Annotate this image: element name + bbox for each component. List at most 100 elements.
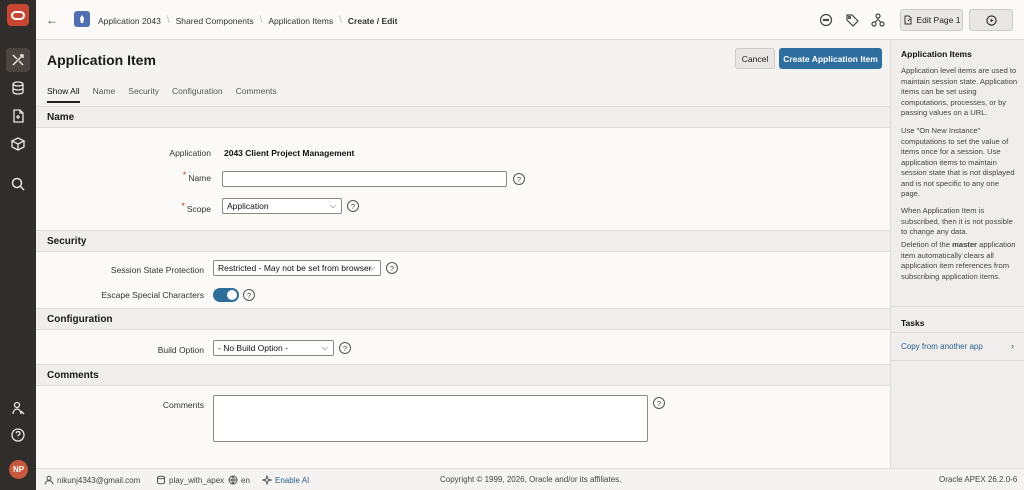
build-option-help-icon[interactable]: ? — [339, 342, 351, 354]
help-paragraph-1: Application level items are used to main… — [901, 66, 1018, 117]
help-p4-pre: Deletion of the — [901, 240, 953, 249]
help-paragraph-3: When Application Item is subscribed, the… — [901, 206, 1013, 236]
gallery-icon[interactable] — [6, 132, 30, 156]
help-icon[interactable] — [6, 423, 30, 447]
footer-version: Oracle APEX 26.2.0-6 — [939, 475, 1018, 484]
help-panel-title: Application Items — [901, 49, 972, 59]
scope-label: Scope — [186, 204, 211, 214]
section-comments: Comments ? — [36, 386, 890, 468]
section-configuration-heading: Configuration — [36, 308, 890, 330]
tab-security[interactable]: Security — [128, 86, 159, 103]
escape-special-characters-label: Escape Special Characters — [101, 290, 204, 300]
help-divider — [891, 306, 1024, 307]
copy-from-another-app-link[interactable]: Copy from another app — [901, 342, 983, 351]
create-application-item-button[interactable]: Create Application Item — [779, 48, 882, 69]
name-input[interactable] — [222, 171, 507, 187]
globe-icon — [228, 475, 238, 485]
tag-icon[interactable] — [844, 12, 860, 28]
section-name-heading: Name — [36, 106, 890, 128]
footer-workspace-name: play_with_apex — [169, 475, 225, 485]
section-security-heading: Security — [36, 230, 890, 252]
edit-page-label: Edit Page 1 — [916, 15, 961, 25]
run-icon — [985, 14, 997, 26]
avatar[interactable]: NP — [9, 460, 28, 479]
tab-comments[interactable]: Comments — [236, 86, 277, 103]
scope-label-row: * Scope — [116, 201, 211, 214]
edit-page-icon — [904, 15, 912, 25]
nav-rail: NP — [0, 0, 36, 490]
footer-language-code: en — [241, 475, 250, 485]
scope-help-icon[interactable]: ? — [347, 200, 359, 212]
accessibility-icon[interactable] — [6, 396, 30, 420]
build-option-label: Build Option — [157, 345, 204, 355]
escape-help-icon[interactable]: ? — [243, 289, 255, 301]
help-paragraph-2: Use "On New Instance" computations to se… — [901, 126, 1015, 198]
application-value: 2043 Client Project Management — [224, 148, 355, 158]
app-builder-icon[interactable] — [6, 48, 30, 72]
build-option-select[interactable]: - No Build Option - ⌵ — [213, 340, 334, 356]
enable-ai-link[interactable]: Enable AI — [262, 475, 309, 485]
toggle-knob — [227, 290, 237, 300]
region-tabs: Show All Name Security Configuration Com… — [47, 86, 277, 103]
section-comments-heading: Comments — [36, 364, 890, 386]
breadcrumb-shared-components[interactable]: Shared Components — [176, 16, 254, 26]
page-title: Application Item — [47, 52, 156, 68]
footer: nikunj4343@gmail.com play_with_apex en E… — [36, 468, 1024, 490]
main-region: Application Item Cancel Create Applicati… — [36, 40, 890, 468]
chevron-down-icon: ⌵ — [368, 263, 375, 272]
session-state-protection-value: Restricted - May not be set from browser — [218, 263, 372, 273]
breadcrumb-current: Create / Edit — [347, 15, 398, 26]
footer-language[interactable]: en — [228, 475, 250, 485]
build-option-value: - No Build Option - — [218, 343, 288, 353]
sql-workshop-icon[interactable] — [6, 76, 30, 100]
footer-copyright: Copyright © 1999, 2026, Oracle and/or it… — [440, 475, 622, 484]
application-label: Application — [169, 148, 211, 158]
escape-special-characters-toggle[interactable] — [213, 288, 239, 302]
back-arrow-icon[interactable]: ← — [46, 13, 58, 27]
section-security: Session State Protection Restricted - Ma… — [36, 252, 890, 308]
tab-name[interactable]: Name — [93, 86, 116, 103]
enable-ai-label: Enable AI — [275, 475, 310, 485]
chevron-down-icon: ⌵ — [321, 343, 328, 352]
shared-components-icon[interactable] — [870, 12, 886, 28]
page-header: ← Application 2043 \ Shared Components \… — [36, 0, 1024, 40]
user-icon — [44, 475, 54, 485]
name-help-icon[interactable]: ? — [513, 173, 525, 185]
breadcrumb-application-items[interactable]: Application Items — [268, 16, 333, 26]
team-development-icon[interactable] — [6, 104, 30, 128]
tab-configuration[interactable]: Configuration — [172, 86, 223, 103]
comment-icon[interactable] — [818, 12, 834, 28]
breadcrumb-app[interactable]: Application 2043 — [98, 16, 161, 26]
comments-textarea[interactable] — [213, 395, 648, 442]
name-label-row: * Name — [116, 170, 211, 183]
help-p4-bold: master — [952, 240, 977, 249]
section-configuration: Build Option - No Build Option - ⌵ ? — [36, 330, 890, 364]
required-marker: * — [182, 170, 187, 180]
session-state-protection-select[interactable]: Restricted - May not be set from browser… — [213, 260, 381, 276]
tasks-bottom-divider — [891, 360, 1024, 361]
cancel-button[interactable]: Cancel — [735, 48, 775, 69]
tab-show-all[interactable]: Show All — [47, 86, 80, 103]
scope-value: Application — [227, 201, 269, 211]
run-page-button[interactable] — [969, 9, 1013, 31]
application-icon[interactable] — [74, 11, 90, 27]
edit-page-button[interactable]: Edit Page 1 — [900, 9, 963, 31]
scope-select[interactable]: Application ⌵ — [222, 198, 342, 214]
help-panel: Application Items Application level item… — [890, 40, 1024, 468]
chevron-right-icon[interactable]: › — [1011, 341, 1014, 351]
name-label: Name — [188, 173, 211, 183]
section-name: Application 2043 Client Project Manageme… — [36, 128, 890, 235]
comments-help-icon[interactable]: ? — [653, 397, 665, 409]
comments-label: Comments — [162, 400, 204, 410]
session-state-protection-label: Session State Protection — [110, 265, 204, 275]
footer-user[interactable]: nikunj4343@gmail.com — [44, 475, 140, 485]
oracle-logo-icon[interactable] — [7, 4, 29, 26]
breadcrumb: Application 2043 \ Shared Components \ A… — [98, 15, 398, 26]
database-icon — [157, 475, 165, 485]
ssp-help-icon[interactable]: ? — [386, 262, 398, 274]
required-marker: * — [181, 201, 185, 211]
search-icon[interactable] — [6, 172, 30, 196]
help-paragraph-4: Deletion of the master application item … — [901, 240, 1019, 282]
sparkle-icon — [262, 475, 272, 485]
footer-workspace[interactable]: play_with_apex — [156, 475, 224, 485]
